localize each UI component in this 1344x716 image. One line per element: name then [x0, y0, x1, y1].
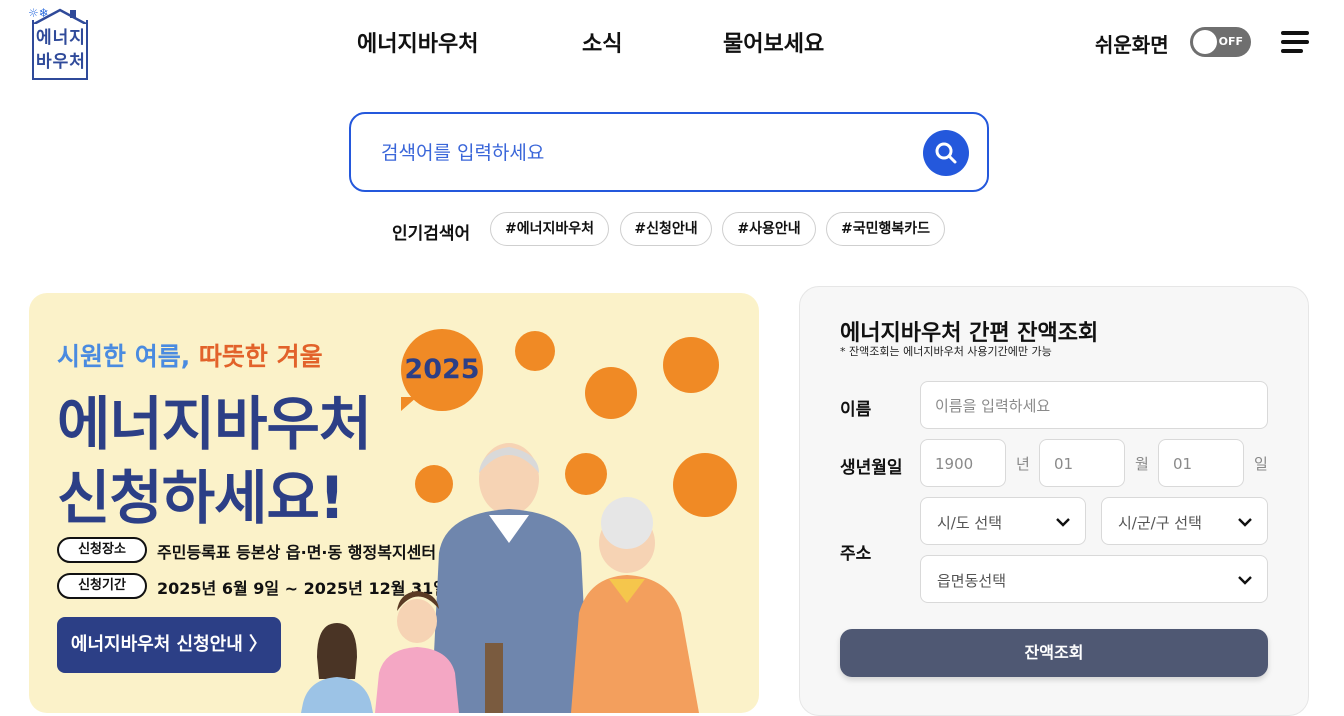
easy-view-label: 쉬운화면	[1095, 33, 1169, 57]
birth-month-unit: 월	[1135, 455, 1149, 473]
promo-banner[interactable]: 시원한 여름, 따뜻한 겨울 에너지바우처 신청하세요! 신청장소 주민등록표 …	[29, 293, 759, 713]
panel-note: * 잔액조회는 에너지바우처 사용기간에만 가능	[840, 345, 1052, 358]
chevron-down-icon	[1238, 518, 1252, 527]
birth-day-unit: 일	[1254, 455, 1268, 473]
dong-select[interactable]: 읍면동선택	[920, 555, 1268, 603]
logo-text: 에너지 바우처	[36, 28, 86, 72]
birth-month-box	[1039, 439, 1125, 487]
birth-day-box	[1158, 439, 1244, 487]
birth-year-unit: 년	[1016, 455, 1030, 473]
birth-year-input[interactable]	[935, 452, 1003, 476]
birth-year-box	[920, 439, 1006, 487]
name-input[interactable]	[935, 394, 1212, 418]
toggle-state: OFF	[1218, 35, 1243, 48]
banner-tag-winter: 따뜻한 겨울	[198, 342, 323, 371]
popular-search-label: 인기검색어	[392, 224, 471, 244]
balance-check-button[interactable]: 잔액조회	[840, 629, 1268, 677]
banner-period-label: 신청기간	[57, 573, 147, 599]
dong-select-text: 읍면동선택	[937, 572, 1007, 590]
hamburger-menu-icon[interactable]	[1281, 31, 1309, 53]
birth-month-input[interactable]	[1054, 452, 1122, 476]
popular-chip-application[interactable]: #신청안내	[620, 212, 712, 246]
lpg-tank-icon	[585, 367, 637, 419]
search-button[interactable]	[923, 130, 969, 176]
address-label: 주소	[840, 544, 872, 564]
sigungu-select-text: 시/군/구 선택	[1118, 514, 1202, 532]
year-badge-tail	[401, 397, 417, 411]
banner-tagline: 시원한 여름, 따뜻한 겨울	[57, 337, 323, 373]
easy-view-toggle[interactable]: OFF	[1190, 27, 1251, 57]
banner-place-label: 신청장소	[57, 537, 147, 563]
birthdate-label: 생년월일	[840, 458, 903, 478]
family-illustration	[301, 443, 699, 713]
popular-chip-happy-card[interactable]: #국민행복카드	[826, 212, 945, 246]
sigungu-select[interactable]: 시/군/구 선택	[1101, 497, 1268, 545]
nav-news[interactable]: 소식	[582, 26, 622, 58]
chevron-down-icon	[1238, 576, 1252, 585]
nav-ask[interactable]: 물어보세요	[723, 26, 824, 58]
banner-apply-guide-button[interactable]: 에너지바우처 신청안내 〉	[57, 617, 281, 673]
name-field-box	[920, 381, 1268, 429]
toggle-knob	[1193, 30, 1217, 54]
balance-check-panel: 에너지바우처 간편 잔액조회 * 잔액조회는 에너지바우처 사용기간에만 가능 …	[799, 286, 1309, 716]
gas-cylinder-icon	[515, 331, 555, 371]
birth-day-input[interactable]	[1173, 452, 1241, 476]
search-input[interactable]	[381, 138, 901, 168]
boiler-icon	[663, 337, 719, 393]
name-label: 이름	[840, 400, 872, 420]
energy-voucher-logo[interactable]: 에너지 바우처 ☼❄	[28, 6, 92, 82]
site-header: 에너지 바우처 ☼❄ 에너지바우처 소식 물어보세요 쉬운화면 OFF	[0, 0, 1344, 86]
popular-chip-energy-voucher[interactable]: #에너지바우처	[490, 212, 609, 246]
search-icon	[935, 142, 957, 164]
popular-chip-usage[interactable]: #사용안내	[722, 212, 816, 246]
banner-tag-summer: 시원한 여름,	[57, 342, 191, 371]
search-box	[349, 112, 989, 192]
sido-select-text: 시/도 선택	[937, 514, 1003, 532]
nav-energy-voucher[interactable]: 에너지바우처	[357, 26, 478, 58]
sun-snowflake-icon: ☼❄	[28, 6, 49, 20]
sido-select[interactable]: 시/도 선택	[920, 497, 1086, 545]
chevron-down-icon	[1056, 518, 1070, 527]
